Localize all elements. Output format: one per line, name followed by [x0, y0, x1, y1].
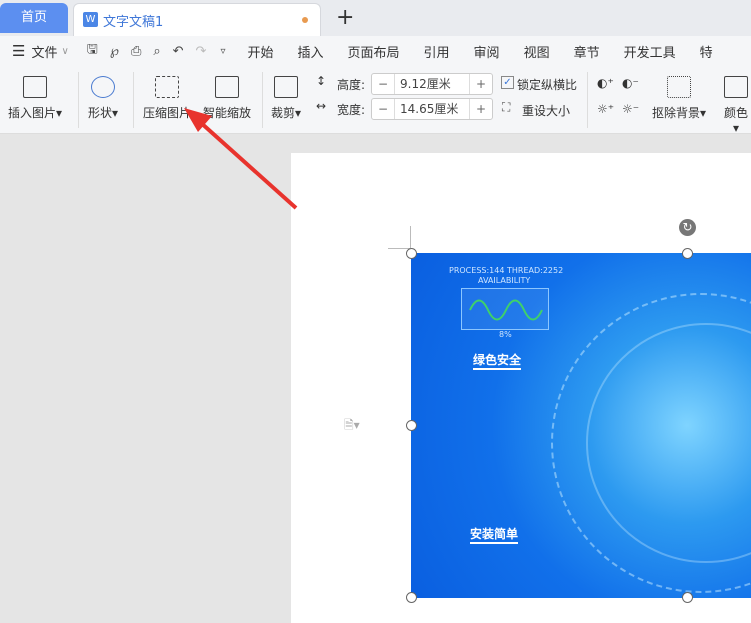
- annotation-arrow: [184, 108, 298, 210]
